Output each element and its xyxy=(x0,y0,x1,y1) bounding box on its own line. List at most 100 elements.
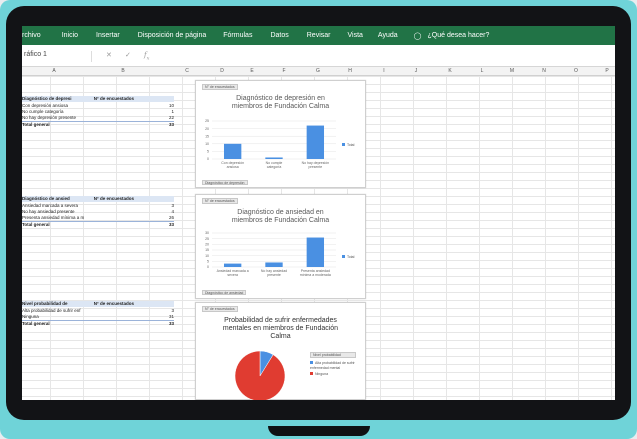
y-tick-label: 25 xyxy=(205,119,209,123)
pie-slice xyxy=(234,350,286,400)
pivot-header-value: N° de encuestados xyxy=(93,196,134,201)
x-tick-label: severa xyxy=(227,273,238,277)
tab-archivo[interactable]: rchivo xyxy=(22,32,41,39)
ribbon-tabs: rchivo Inicio Insertar Disposición de pá… xyxy=(22,26,615,45)
legend-label: Alta probabilidad de sufrir enfermedad m… xyxy=(310,361,355,370)
y-tick-label: 5 xyxy=(207,150,209,154)
pivot-row-label: No cumple categoría xyxy=(22,109,64,114)
tab-vista[interactable]: Vista xyxy=(347,32,362,39)
column-header[interactable]: J xyxy=(406,68,426,74)
column-header[interactable]: I xyxy=(374,68,394,74)
axis-field-button[interactable]: Diagnóstico de ansiedad xyxy=(202,290,247,295)
x-tick-label: presente xyxy=(267,273,281,277)
pivot-row-label: No hay depresión presente xyxy=(22,115,77,120)
legend-swatch xyxy=(310,361,313,364)
column-header[interactable]: M xyxy=(502,68,522,74)
column-headers: AB C D E F G H I J K L M N O P xyxy=(22,67,615,76)
legend-swatch xyxy=(342,255,345,258)
bar xyxy=(265,157,283,159)
legend-label: Total xyxy=(347,255,355,259)
pivot-total-label: Total general xyxy=(22,122,50,127)
y-tick-label: 10 xyxy=(205,254,209,258)
excel-window: rchivo Inicio Insertar Disposición de pá… xyxy=(22,26,615,400)
device-notch xyxy=(268,426,370,436)
legend-swatch xyxy=(342,143,345,146)
bar xyxy=(265,262,283,267)
chart-legend: Total xyxy=(342,143,354,148)
bar-chart-svg: 051015202530Ansiedad marcada aseveraNo h… xyxy=(205,231,336,277)
pivot-row-label: Alta probabilidad de sufrir enf xyxy=(22,308,81,313)
column-header[interactable]: F xyxy=(274,68,294,74)
formula-bar: ráfico 1 ✕ ✓ fx xyxy=(22,45,615,67)
pivot-row-label: Con depresión ansiosa xyxy=(22,103,69,108)
pivot-header-value: N° de encuestados xyxy=(93,301,134,306)
axis-field-button[interactable]: Diagnóstico de depresión xyxy=(202,180,248,185)
bar xyxy=(223,263,242,267)
enter-icon[interactable]: ✓ xyxy=(125,51,131,59)
cancel-icon[interactable]: ✕ xyxy=(106,51,112,59)
x-tick-label: presente xyxy=(309,165,323,169)
y-tick-label: 15 xyxy=(205,134,209,138)
tab-inicio[interactable]: Inicio xyxy=(62,32,78,39)
chart-probabilidad[interactable]: N° de encuestados Probabilidad de sufrir… xyxy=(195,302,366,400)
bar xyxy=(306,237,325,267)
lightbulb-icon: ◯ xyxy=(413,32,422,40)
tab-disposicion[interactable]: Disposición de página xyxy=(138,32,207,39)
tab-formulas[interactable]: Fórmulas xyxy=(223,32,252,39)
column-header[interactable]: B xyxy=(88,68,158,74)
tab-insertar[interactable]: Insertar xyxy=(96,32,120,39)
pivot-header-label: Nivel probabilidad de xyxy=(22,301,68,306)
column-header[interactable]: G xyxy=(308,68,328,74)
chart-ansiedad[interactable]: N° de encuestados Diagnóstico de ansieda… xyxy=(195,194,366,299)
x-tick-label: ansiosa xyxy=(227,165,239,169)
tab-revisar[interactable]: Revisar xyxy=(307,32,331,39)
column-header[interactable]: C xyxy=(182,68,192,74)
pivot-row-label: Ansiedad marcada a severa xyxy=(22,203,79,208)
function-icon[interactable]: fx xyxy=(144,51,149,61)
y-tick-label: 5 xyxy=(207,260,209,264)
bar xyxy=(223,143,242,159)
pivot-header-label: Diagnóstico de depresi xyxy=(22,96,72,101)
column-header[interactable]: P xyxy=(600,68,614,74)
pivot-total-label: Total general xyxy=(22,222,50,227)
pivot-row-label: Ninguna xyxy=(22,314,39,319)
tell-me-search[interactable]: ¿Qué desea hacer? xyxy=(428,32,490,39)
pivot-header-label: Diagnóstico de ansied xyxy=(22,196,70,201)
column-header[interactable]: D xyxy=(212,68,232,74)
column-header[interactable]: L xyxy=(472,68,492,74)
column-header[interactable]: O xyxy=(566,68,586,74)
y-tick-label: 20 xyxy=(205,127,209,131)
column-header[interactable]: E xyxy=(242,68,262,74)
chart-depresion[interactable]: N° de encuestados Diagnóstico de depresi… xyxy=(195,80,366,188)
column-header[interactable]: K xyxy=(440,68,460,74)
y-tick-label: 0 xyxy=(207,265,209,269)
column-header[interactable]: N xyxy=(534,68,554,74)
y-tick-label: 30 xyxy=(205,231,209,235)
y-tick-label: 10 xyxy=(205,142,209,146)
chart-legend: Total xyxy=(342,255,354,260)
pivot-total-value: 33 xyxy=(168,222,174,227)
pivot-total-value: 33 xyxy=(168,122,174,127)
legend-field-button[interactable]: Nivel probabilidad xyxy=(310,352,356,358)
bar-chart-svg: 0510152025Con depresiónansiosaNo cumplec… xyxy=(205,119,336,169)
bar xyxy=(306,125,325,159)
pivot-row-label: No hay ansiedad presente xyxy=(22,209,75,214)
column-header[interactable]: A xyxy=(22,68,86,74)
tab-ayuda[interactable]: Ayuda xyxy=(378,32,398,39)
column-header[interactable]: H xyxy=(340,68,360,74)
pivot-header-value: N° de encuestados xyxy=(93,96,134,101)
x-tick-label: mínima a moderada xyxy=(300,273,331,277)
pivot-row-label: Presenta ansiedad mínima a m xyxy=(22,215,85,220)
legend-label: Total xyxy=(347,143,355,147)
legend-label: Ninguna xyxy=(315,372,329,376)
pivot-total-value: 33 xyxy=(168,321,174,326)
x-tick-label: categoría xyxy=(267,165,282,169)
y-tick-label: 15 xyxy=(205,248,209,252)
name-box[interactable]: ráfico 1 xyxy=(24,51,92,62)
chart-legend: Alta probabilidad de sufrir enfermedad m… xyxy=(310,361,362,377)
tab-datos[interactable]: Datos xyxy=(270,32,288,39)
pivot-total-label: Total general xyxy=(22,321,50,326)
y-tick-label: 0 xyxy=(207,157,209,161)
y-tick-label: 20 xyxy=(205,243,209,247)
legend-swatch xyxy=(310,372,313,375)
